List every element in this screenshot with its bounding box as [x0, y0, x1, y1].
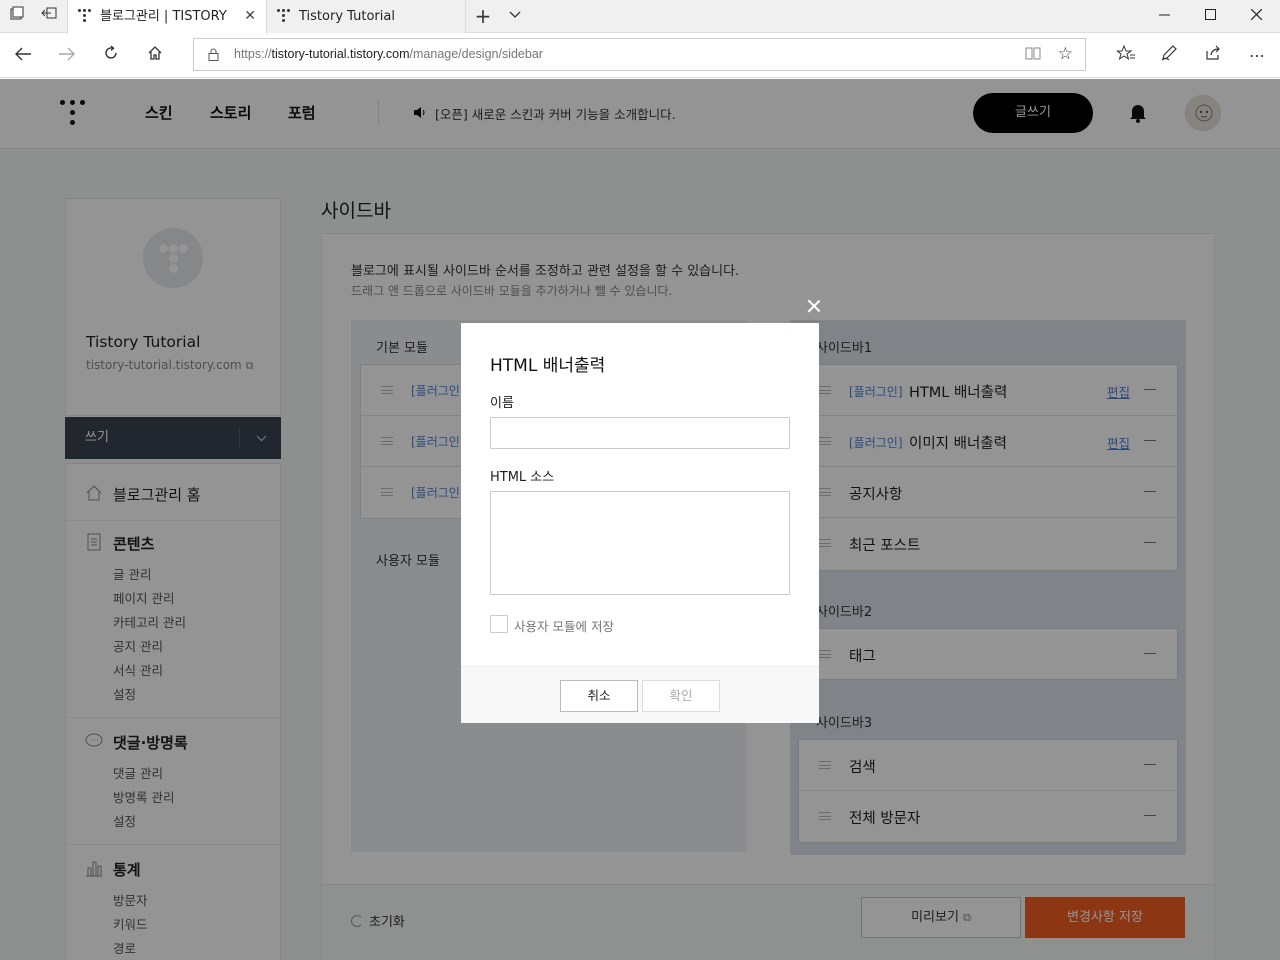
reading-view-icon[interactable]	[1025, 46, 1041, 64]
tab-manager-icon[interactable]	[6, 6, 28, 26]
tab-label: Tistory Tutorial	[299, 9, 395, 24]
modal-title: HTML 배너출력	[490, 356, 606, 376]
minimize-icon[interactable]	[1141, 0, 1187, 33]
pen-icon[interactable]	[1155, 42, 1183, 70]
tab-tistory-tutorial[interactable]: Tistory Tutorial	[267, 0, 466, 33]
html-banner-modal: HTML 배너출력 이름 HTML 소스 사용자 모듈에 저장 취소 확인	[461, 323, 819, 723]
tistory-favicon-icon	[78, 9, 92, 23]
url-text: https://tistory-tutorial.tistory.com/man…	[234, 47, 543, 61]
chevron-down-icon[interactable]	[504, 6, 526, 26]
set-aside-tabs-icon[interactable]	[38, 6, 60, 26]
tab-blog-manage[interactable]: 블로그관리 | TISTORY ✕	[67, 0, 267, 34]
name-field[interactable]	[490, 417, 790, 449]
favorite-star-icon[interactable]: ☆	[1058, 44, 1073, 64]
close-tab-icon[interactable]: ✕	[244, 0, 256, 33]
name-label: 이름	[490, 396, 514, 411]
home-icon[interactable]	[141, 42, 169, 70]
maximize-icon[interactable]	[1187, 0, 1233, 33]
more-icon[interactable]: ⋯	[1243, 42, 1271, 70]
html-source-label: HTML 소스	[490, 470, 555, 485]
browser-nav-bar: https://tistory-tutorial.tistory.com/man…	[0, 34, 1280, 78]
save-to-user-module-checkbox[interactable]	[490, 615, 508, 633]
new-tab-icon[interactable]: +	[472, 6, 494, 26]
refresh-icon[interactable]	[97, 42, 125, 70]
save-to-user-module-label[interactable]: 사용자 모듈에 저장	[514, 616, 614, 635]
close-icon[interactable]	[804, 296, 824, 316]
share-icon[interactable]	[1199, 42, 1227, 70]
favorites-icon[interactable]	[1112, 42, 1140, 70]
tistory-favicon-icon	[277, 9, 291, 23]
tab-label: 블로그관리 | TISTORY	[100, 9, 227, 24]
modal-footer: 취소 확인	[461, 666, 819, 723]
address-bar[interactable]: https://tistory-tutorial.tistory.com/man…	[193, 38, 1086, 71]
close-window-icon[interactable]	[1233, 0, 1279, 33]
confirm-button[interactable]: 확인	[642, 680, 720, 712]
lock-icon	[208, 48, 219, 61]
cancel-button[interactable]: 취소	[560, 680, 638, 712]
browser-tab-bar: 블로그관리 | TISTORY ✕ Tistory Tutorial +	[0, 0, 1280, 34]
back-arrow-icon[interactable]	[9, 42, 37, 70]
forward-arrow-icon[interactable]	[53, 42, 81, 70]
html-source-field[interactable]	[490, 491, 790, 595]
